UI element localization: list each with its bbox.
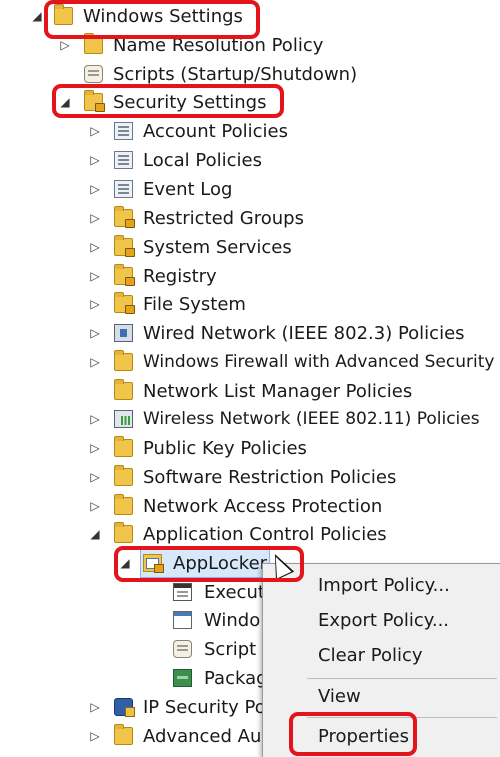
tree-item-application-control[interactable]: ◢ Application Control Policies	[0, 520, 500, 549]
tree-item-label: Public Key Policies	[143, 438, 307, 459]
tree-item-label: Network Access Protection	[143, 496, 383, 517]
tree-item-label: Executa	[204, 582, 262, 603]
tree-item-label: Script R	[204, 639, 262, 660]
menu-separator	[307, 678, 497, 679]
expand-icon[interactable]: ▷	[88, 204, 102, 233]
tree-item-label: IP Security Pol	[143, 697, 262, 718]
folder-icon	[114, 522, 133, 543]
tree-item-label: Software Restriction Policies	[143, 467, 397, 488]
expand-icon[interactable]: ▷	[88, 319, 102, 348]
tree-item-label: Local Policies	[143, 150, 262, 171]
packaged-app-rules-icon	[173, 669, 192, 687]
tree-item-registry[interactable]: ▷ Registry	[0, 262, 500, 291]
tree-item-label: Windo	[204, 610, 261, 631]
tree-item-label: Network List Manager Policies	[143, 381, 413, 402]
folder-icon	[114, 436, 133, 457]
tree-item-label: Restricted Groups	[143, 208, 304, 229]
tree-item-label: Advanced Aud	[143, 726, 262, 747]
tree-item-label: Application Control Policies	[143, 524, 387, 545]
tree-item-wireless-network[interactable]: ▷ Wireless Network (IEEE 802.11) Policie…	[0, 405, 500, 434]
script-rules-icon	[173, 640, 192, 658]
export-policy-menu-item[interactable]: Export Policy...	[318, 606, 449, 636]
folder-icon	[114, 350, 133, 371]
expand-icon[interactable]: ▷	[88, 146, 102, 175]
clear-policy-menu-item[interactable]: Clear Policy	[318, 641, 423, 671]
expand-icon[interactable]: ▷	[88, 348, 102, 377]
expand-icon[interactable]: ▷	[88, 262, 102, 291]
tree-item-label: Account Policies	[143, 121, 288, 142]
tree-item-advanced-audit[interactable]: ▷ Advanced Aud	[0, 722, 262, 751]
highlight-applocker	[114, 546, 304, 582]
locked-folder-icon	[114, 206, 135, 228]
tree-item-label: Packag	[204, 668, 262, 689]
tree-item-file-system[interactable]: ▷ File System	[0, 290, 500, 319]
folder-icon	[114, 465, 133, 486]
expand-icon[interactable]: ▷	[88, 117, 102, 146]
expand-icon[interactable]: ▷	[88, 290, 102, 319]
tree-item-label: Event Log	[143, 179, 233, 200]
tree-item-public-key[interactable]: ▷ Public Key Policies	[0, 434, 500, 463]
tree-item-account-policies[interactable]: ▷ Account Policies	[0, 117, 500, 146]
tree-item-packaged-app-rules[interactable]: Packag	[0, 664, 262, 693]
tree-item-label: Wired Network (IEEE 802.3) Policies	[143, 323, 465, 344]
tree-item-label: File System	[143, 294, 246, 315]
tree-item-label: Windows Firewall with Advanced Security	[143, 352, 495, 372]
expand-icon[interactable]: ▷	[88, 693, 102, 722]
tree-item-wired-network[interactable]: ▷ Wired Network (IEEE 802.3) Policies	[0, 319, 500, 348]
tree-item-windows-installer-rules[interactable]: Windo	[0, 606, 262, 635]
expand-icon[interactable]: ▷	[88, 405, 102, 434]
expand-icon[interactable]: ▷	[88, 175, 102, 204]
expand-icon[interactable]: ▷	[88, 492, 102, 521]
local-policies-icon	[114, 151, 133, 169]
tree-item-network-access-protection[interactable]: ▷ Network Access Protection	[0, 492, 500, 521]
locked-folder-icon	[114, 292, 135, 314]
highlight-security-settings	[52, 84, 284, 118]
tree-item-system-services[interactable]: ▷ System Services	[0, 233, 500, 262]
expand-icon[interactable]: ▷	[88, 233, 102, 262]
executable-rules-icon	[173, 583, 192, 601]
tree-item-restricted-groups[interactable]: ▷ Restricted Groups	[0, 204, 500, 233]
highlight-windows-settings	[44, 0, 260, 39]
tree-item-script-rules[interactable]: Script R	[0, 635, 262, 664]
tree-item-windows-firewall[interactable]: ▷ Windows Firewall with Advanced Securit…	[0, 348, 500, 377]
view-menu-item[interactable]: View	[318, 682, 361, 712]
tree-item-label: Wireless Network (IEEE 802.11) Policies	[143, 409, 480, 429]
tree-item-label: Registry	[143, 266, 217, 287]
ip-security-icon	[114, 698, 135, 717]
tree-item-software-restriction[interactable]: ▷ Software Restriction Policies	[0, 463, 500, 492]
tree-item-ip-security[interactable]: ▷ IP Security Pol	[0, 693, 262, 722]
import-policy-menu-item[interactable]: Import Policy...	[318, 571, 450, 601]
collapse-icon[interactable]: ◢	[88, 520, 102, 549]
tree-item-label: System Services	[143, 237, 292, 258]
event-log-icon	[114, 180, 133, 198]
scripts-icon	[84, 65, 103, 83]
wireless-network-icon	[114, 410, 133, 428]
tree-item-network-list-manager[interactable]: Network List Manager Policies	[0, 377, 500, 406]
highlight-properties	[289, 712, 417, 756]
windows-installer-rules-icon	[173, 611, 192, 629]
folder-icon	[114, 724, 133, 745]
expand-icon[interactable]: ▷	[88, 434, 102, 463]
tree-item-event-log[interactable]: ▷ Event Log	[0, 175, 500, 204]
collapse-icon[interactable]: ◢	[30, 2, 44, 31]
folder-icon	[114, 494, 133, 515]
folder-icon	[114, 379, 133, 400]
account-policies-icon	[114, 122, 133, 140]
expand-icon[interactable]: ▷	[88, 722, 102, 751]
wired-network-icon	[114, 324, 133, 342]
expand-icon[interactable]: ▷	[88, 463, 102, 492]
locked-folder-icon	[114, 235, 135, 257]
locked-folder-icon	[114, 264, 135, 286]
tree-item-local-policies[interactable]: ▷ Local Policies	[0, 146, 500, 175]
tree-item-executable-rules[interactable]: Executa	[0, 578, 262, 607]
